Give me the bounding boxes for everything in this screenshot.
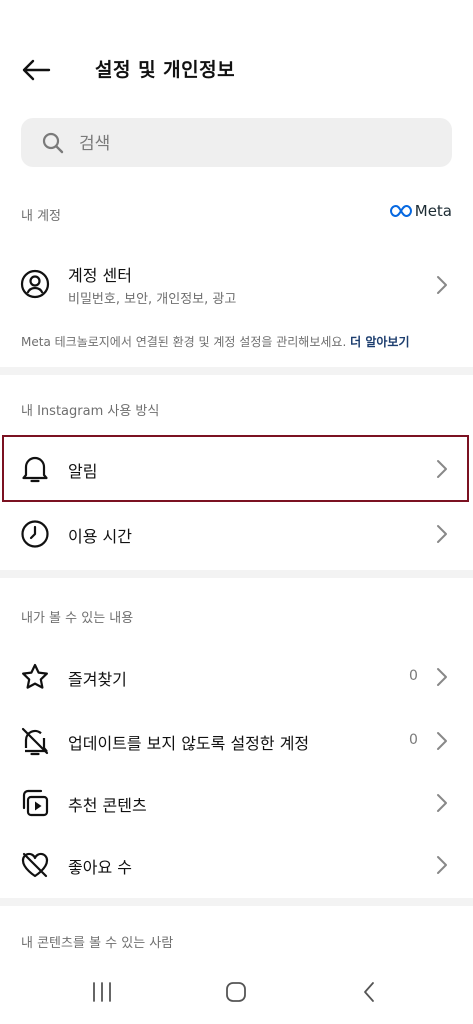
like-counts-item[interactable]: 좋아요 수 [0, 833, 473, 897]
chevron-right-icon [437, 525, 447, 543]
recent-apps-button[interactable] [82, 978, 122, 1006]
search-input[interactable] [77, 118, 441, 169]
muted-accounts-count: 0 [409, 732, 418, 748]
heart-off-icon [19, 849, 51, 881]
recent-apps-icon [93, 982, 111, 1002]
meta-logo: Meta [389, 202, 452, 220]
arrow-left-icon [22, 59, 51, 81]
like-counts-label: 좋아요 수 [68, 858, 132, 877]
section-label-account: 내 계정 [21, 209, 62, 224]
account-center-subtitle: 비밀번호, 보안, 개인정보, 광고 [68, 292, 237, 307]
section-label-usage: 내 Instagram 사용 방식 [21, 404, 160, 419]
screen-time-label: 이용 시간 [68, 527, 132, 546]
clock-icon [19, 518, 51, 550]
highlight-box [2, 435, 469, 502]
chevron-right-icon [437, 732, 447, 750]
page-title: 설정 및 개인정보 [95, 59, 236, 81]
favorites-label: 즐겨찾기 [68, 670, 127, 689]
account-info-body: Meta 테크놀로지에서 연결된 환경 및 계정 설정을 관리해보세요. [21, 335, 347, 349]
suggested-content-icon [19, 787, 51, 819]
muted-accounts-label: 업데이트를 보지 않도록 설정한 계정 [68, 734, 310, 753]
chevron-right-icon [437, 794, 447, 812]
screen-time-item[interactable]: 이용 시간 [0, 502, 473, 566]
meta-brand-text: Meta [414, 202, 452, 220]
section-divider [0, 570, 473, 578]
section-divider [0, 898, 473, 906]
chevron-left-icon [364, 982, 374, 1002]
account-center-item[interactable]: 계정 센터 비밀번호, 보안, 개인정보, 광고 [0, 250, 473, 320]
favorites-count: 0 [409, 668, 418, 684]
suggested-content-item[interactable]: 추천 콘텐츠 [0, 771, 473, 835]
muted-accounts-item[interactable]: 업데이트를 보지 않도록 설정한 계정 0 [0, 709, 473, 773]
favorites-item[interactable]: 즐겨찾기 0 [0, 645, 473, 709]
section-label-audience: 내 콘텐츠를 볼 수 있는 사람 [21, 936, 174, 951]
back-button[interactable] [14, 50, 58, 90]
chevron-right-icon [437, 668, 447, 686]
star-icon [19, 661, 51, 693]
home-icon [226, 982, 246, 1002]
header: 설정 및 개인정보 [0, 0, 473, 112]
suggested-content-label: 추천 콘텐츠 [68, 796, 147, 815]
account-center-label: 계정 센터 [68, 266, 132, 285]
meta-infinity-icon [389, 205, 412, 217]
search-bar[interactable] [21, 118, 452, 169]
account-circle-icon [19, 268, 51, 300]
home-button[interactable] [216, 978, 256, 1006]
chevron-right-icon [437, 856, 447, 874]
muted-bell-icon [19, 725, 51, 757]
section-divider [0, 367, 473, 375]
learn-more-link[interactable]: 더 알아보기 [350, 335, 409, 349]
chevron-right-icon [437, 276, 447, 294]
system-navigation-bar [0, 960, 473, 1024]
section-label-content: 내가 볼 수 있는 내용 [21, 611, 134, 626]
system-back-button[interactable] [349, 978, 389, 1006]
search-icon [42, 132, 64, 154]
account-info-text: Meta 테크놀로지에서 연결된 환경 및 계정 설정을 관리해보세요. 더 알… [21, 333, 410, 350]
